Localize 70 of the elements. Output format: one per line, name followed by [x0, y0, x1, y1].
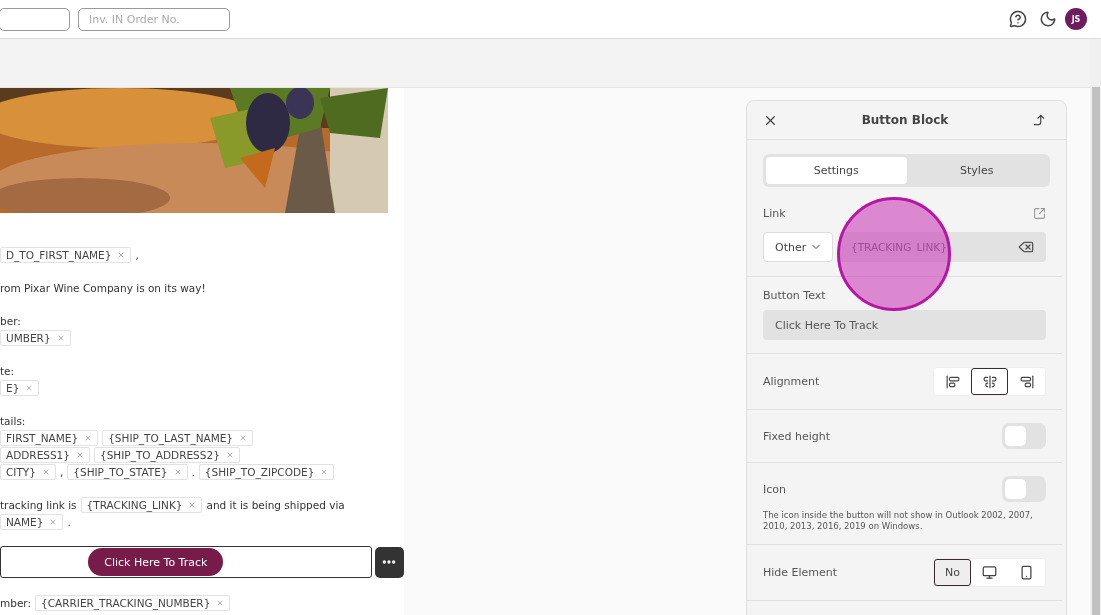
email-text: tracking link is — [0, 498, 77, 511]
panel-title: Button Block — [861, 113, 949, 127]
email-text: rom Pixar Wine Company is on its way! — [0, 281, 206, 294]
moon-icon[interactable] — [1039, 10, 1057, 28]
icon-toggle[interactable] — [1002, 476, 1046, 502]
remove-icon[interactable] — [320, 467, 329, 476]
merge-tag[interactable]: {SHIP_TO_LAST_NAME} — [102, 429, 254, 446]
align-center-button[interactable] — [971, 368, 1008, 395]
remove-icon[interactable] — [84, 433, 93, 442]
merge-tag[interactable]: {SHIP_TO_ZIPCODE} — [198, 463, 335, 480]
email-text: , — [135, 248, 139, 261]
remove-icon[interactable] — [225, 450, 234, 459]
merge-tag[interactable]: E} — [0, 379, 40, 396]
email-text: . — [191, 465, 195, 478]
remove-icon[interactable] — [173, 467, 182, 476]
remove-icon[interactable] — [117, 250, 126, 259]
field-label: Alignment — [763, 375, 820, 388]
align-center-icon — [982, 374, 997, 389]
external-link-icon[interactable] — [1033, 207, 1046, 220]
tab[interactable]: Styles — [906, 157, 1047, 184]
user-avatar[interactable]: JS — [1065, 8, 1087, 30]
search-field[interactable] — [0, 7, 70, 31]
track-button[interactable]: Click Here To Track — [88, 548, 224, 576]
field-label: Button Text — [763, 289, 827, 302]
remove-icon[interactable] — [216, 598, 225, 607]
more-button[interactable] — [374, 546, 404, 578]
merge-tag[interactable]: NAME} — [0, 513, 64, 530]
field-label: Fixed height — [763, 429, 831, 443]
remove-icon[interactable] — [56, 333, 65, 342]
help-icon[interactable] — [1009, 10, 1027, 28]
link-type-select[interactable]: Other — [763, 232, 833, 262]
scrollbar-thumb[interactable] — [1091, 87, 1100, 615]
merge-tag[interactable]: FIRST_NAME} — [0, 429, 99, 446]
email-text: ber: — [0, 314, 21, 327]
mobile-icon — [1019, 565, 1034, 580]
merge-tag[interactable]: {CARRIER_TRACKING_NUMBER} — [35, 594, 231, 611]
order-number-field[interactable]: Inv. IN Order No. — [78, 7, 230, 31]
email-text: , — [59, 465, 64, 478]
email-text: mber: — [0, 596, 32, 609]
merge-tag[interactable]: ADDRESS1} — [0, 446, 90, 463]
merge-tag[interactable]: CITY} — [0, 463, 56, 480]
field-label: Icon — [763, 482, 786, 496]
arrow-up-icon[interactable] — [1032, 113, 1046, 127]
remove-icon[interactable] — [76, 450, 84, 459]
remove-icon[interactable] — [49, 517, 58, 526]
field-label: Hide Element — [763, 566, 838, 579]
align-left-icon — [945, 374, 960, 389]
button-text-field[interactable]: Click Here To Track — [763, 310, 1046, 340]
email-text: te: — [0, 364, 15, 377]
align-right-icon — [1019, 374, 1034, 389]
merge-tag[interactable]: {SHIP_TO_STATE} — [67, 463, 188, 480]
merge-tag[interactable]: UMBER} — [0, 329, 71, 346]
merge-tag[interactable]: {TRACKING_LINK} — [80, 496, 203, 513]
remove-icon[interactable] — [188, 500, 197, 509]
desktop-icon — [982, 565, 997, 580]
merge-tag[interactable]: {SHIP_TO_ADDRESS2} — [94, 446, 240, 463]
remove-icon[interactable] — [41, 467, 50, 476]
field-label: Link — [763, 207, 786, 220]
clear-icon[interactable] — [1018, 239, 1034, 255]
remove-icon[interactable] — [25, 383, 34, 392]
merge-tag[interactable]: D_TO_FIRST_NAME} — [0, 246, 132, 263]
fixed-height-toggle[interactable] — [1002, 423, 1046, 449]
tab[interactable]: Settings — [766, 157, 907, 184]
email-text: tails: — [0, 414, 26, 427]
hide-none-button[interactable]: No — [934, 559, 971, 586]
button-block-frame[interactable]: Click Here To Track — [0, 546, 372, 578]
help-text: The icon inside the button will not show in Outlook 2002, 2007, 2010, 2013, 2016, 2019 on Windows. — [763, 510, 1034, 532]
email-text: and it is being shipped via — [206, 498, 345, 511]
email-text: . — [67, 515, 71, 528]
remove-icon[interactable] — [239, 433, 248, 442]
